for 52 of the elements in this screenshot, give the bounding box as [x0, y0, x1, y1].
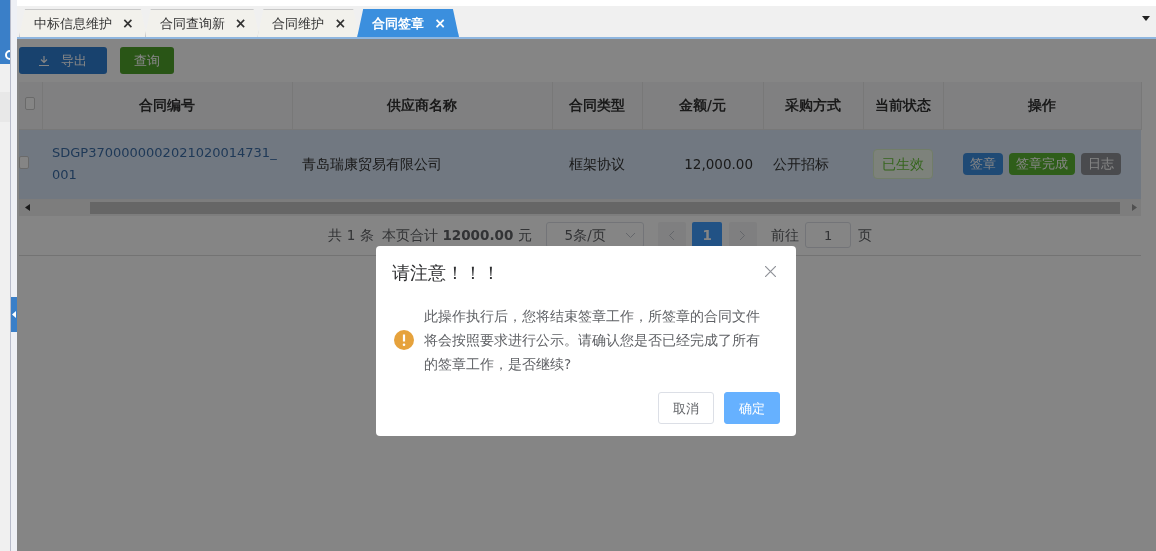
close-icon[interactable]: ×	[434, 13, 446, 34]
next-page-button[interactable]	[728, 222, 757, 248]
close-icon[interactable]	[765, 266, 776, 277]
dialog-title: 请注意！！！	[392, 262, 500, 285]
row-checkbox[interactable]	[19, 155, 29, 169]
tab[interactable]: 合同维护 ×	[257, 9, 360, 37]
collapse-handle[interactable]	[11, 297, 17, 332]
scroll-right-icon[interactable]	[1132, 204, 1137, 211]
chevron-left-icon	[669, 231, 675, 241]
confirm-button[interactable]: 确定	[724, 392, 780, 425]
column-header: 供应商名称	[292, 82, 552, 129]
chevron-down-icon	[625, 232, 635, 238]
scroll-left-icon[interactable]	[25, 204, 30, 211]
column-header: 操作	[943, 82, 1141, 129]
tab-label: 合同查询新	[159, 14, 225, 33]
table-cell: 12,000.00	[684, 155, 753, 172]
close-icon[interactable]: ×	[334, 13, 347, 34]
chevron-right-icon	[740, 231, 746, 241]
table-cell: 框架协议	[569, 155, 625, 172]
page-input[interactable]: 1	[805, 222, 852, 248]
action-button[interactable]: 签章完成	[1009, 153, 1075, 175]
contract-number-link[interactable]: SDGP3700000002021020014731_001	[52, 142, 282, 186]
column-header: 采购方式	[763, 82, 863, 129]
column-header: 合同编号	[42, 82, 292, 129]
page-summary: 共 1 条 本页合计 12000.00 元	[328, 225, 532, 245]
action-button[interactable]: 签章	[963, 153, 1003, 175]
tab[interactable]: 合同查询新 ×	[144, 9, 260, 37]
page-suffix: 页	[857, 225, 872, 245]
goto-label: 前往	[770, 225, 799, 245]
previous-page-button[interactable]	[657, 222, 686, 248]
header-checkbox[interactable]	[25, 97, 36, 111]
dropdown-caret-icon[interactable]	[1142, 16, 1150, 21]
column-header: 合同类型	[552, 82, 642, 129]
tab-label: 中标信息维护	[34, 14, 112, 33]
column-header: 金额/元	[642, 82, 763, 129]
tab[interactable]: 中标信息维护 ×	[19, 9, 147, 37]
close-icon[interactable]: ×	[122, 13, 134, 34]
warning-icon	[394, 330, 414, 351]
dialog-message: 此操作执行后，您将结束签章工作，所签章的合同文件将会按照要求进行公示。请确认您是否已经完成了所有的签章工作，是否继续?	[424, 307, 761, 375]
download-icon	[39, 55, 49, 66]
tab-label: 合同签章	[372, 14, 425, 33]
table-cell: 青岛瑞康贸易有限公司	[302, 155, 442, 172]
page-number-button[interactable]: 1	[692, 222, 723, 248]
tab-label: 合同维护	[272, 14, 325, 33]
column-header: 当前状态	[863, 82, 943, 129]
cancel-button[interactable]: 取消	[658, 392, 714, 425]
status-tag: 已生效	[873, 148, 933, 180]
close-icon[interactable]: ×	[234, 13, 247, 34]
export-button[interactable]: 导出	[19, 47, 107, 74]
tab[interactable]: 合同签章 ×	[357, 9, 459, 37]
query-button[interactable]: 查询	[120, 47, 174, 74]
table-cell: 公开招标	[773, 155, 829, 172]
